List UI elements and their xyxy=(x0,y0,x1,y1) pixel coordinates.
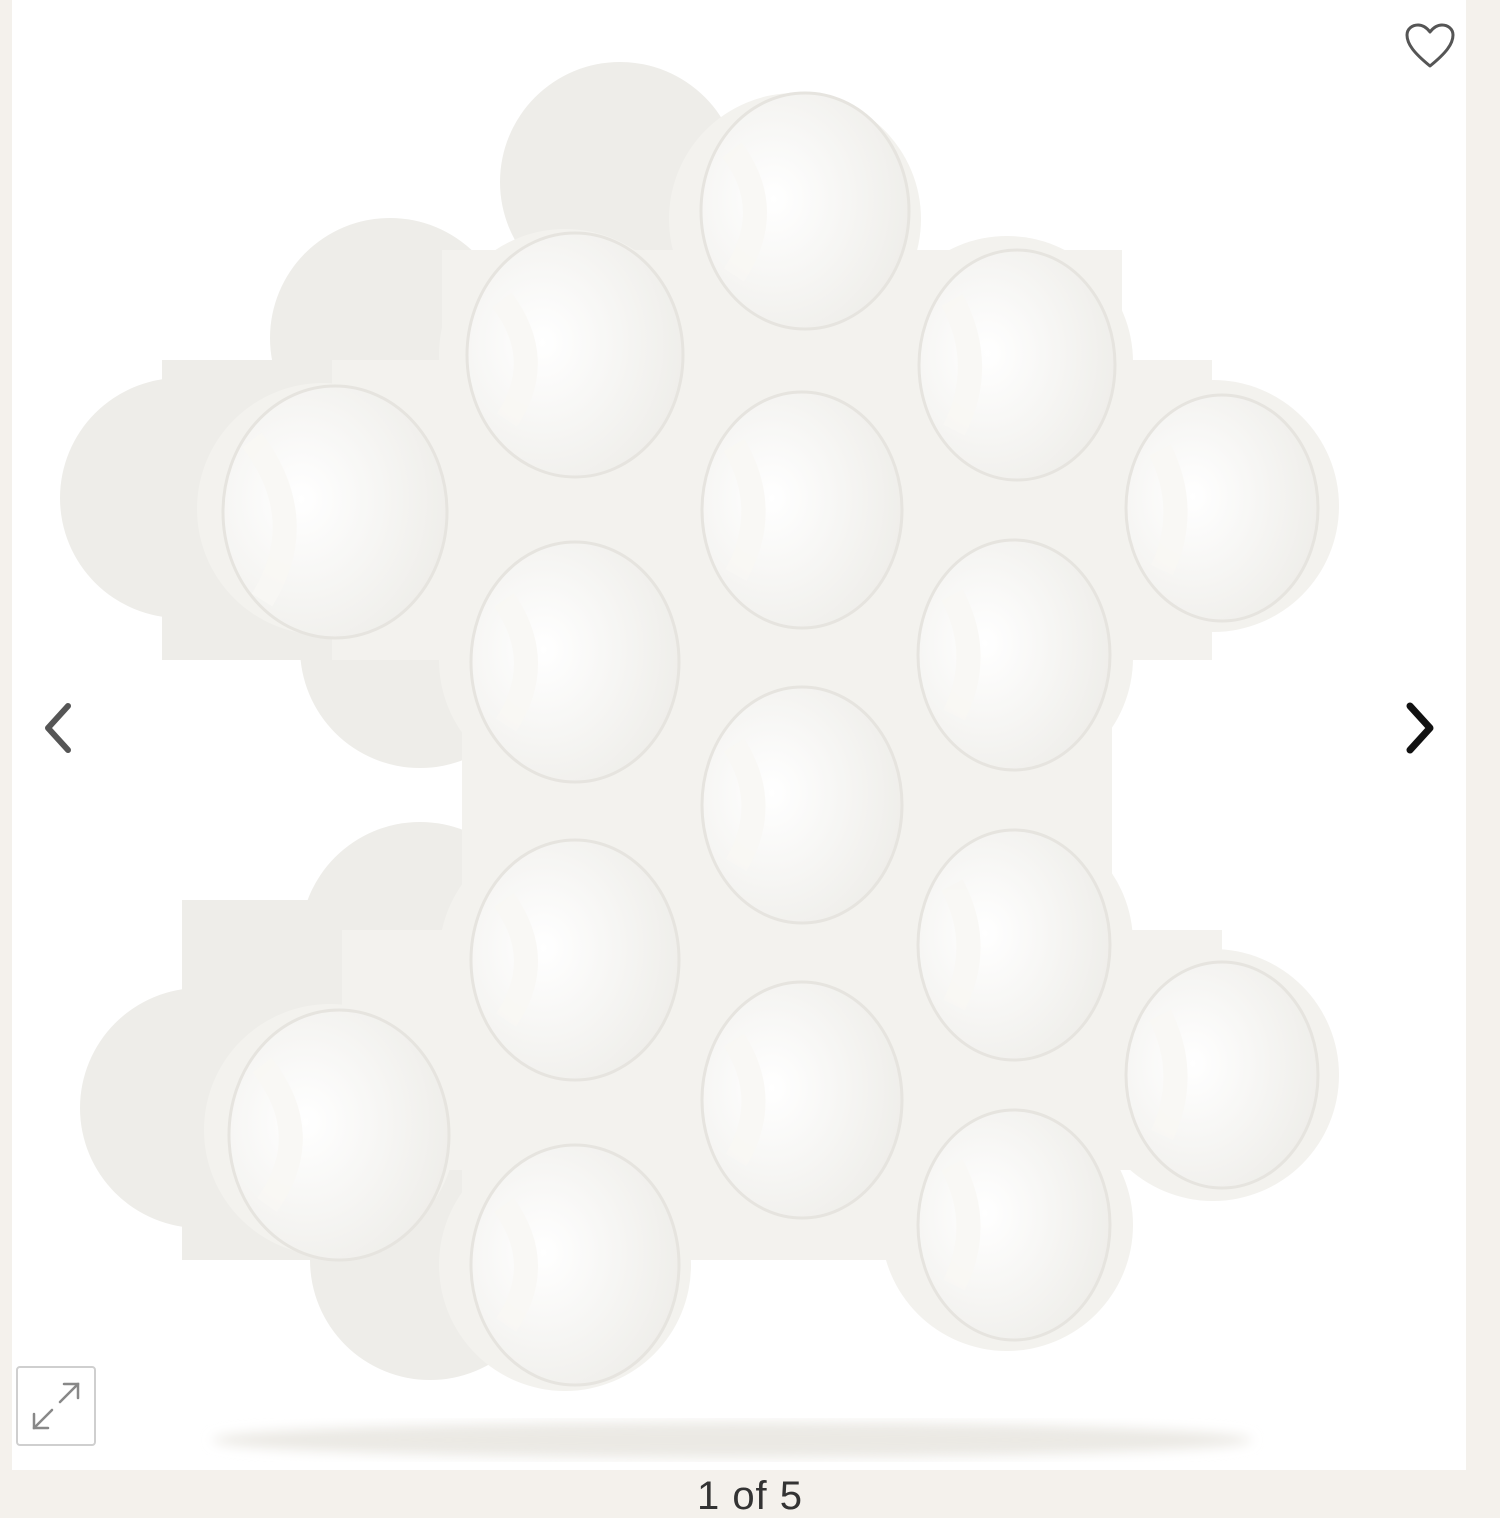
image-gallery xyxy=(12,0,1466,1470)
favorite-button[interactable] xyxy=(1394,10,1466,82)
counter-current: 1 xyxy=(696,1474,721,1518)
chevron-right-icon xyxy=(1406,702,1434,754)
chevron-left-icon xyxy=(45,703,71,753)
next-image-button[interactable] xyxy=(1388,686,1452,770)
counter-separator: of xyxy=(732,1474,768,1518)
previous-image-button[interactable] xyxy=(26,686,90,770)
expand-icon xyxy=(32,1382,80,1430)
image-counter: 1 of 5 xyxy=(0,1476,1500,1516)
heart-icon xyxy=(1405,23,1455,68)
counter-total: 5 xyxy=(779,1474,804,1518)
product-image-wine-rack xyxy=(60,62,1339,1458)
expand-image-button[interactable] xyxy=(16,1366,96,1446)
